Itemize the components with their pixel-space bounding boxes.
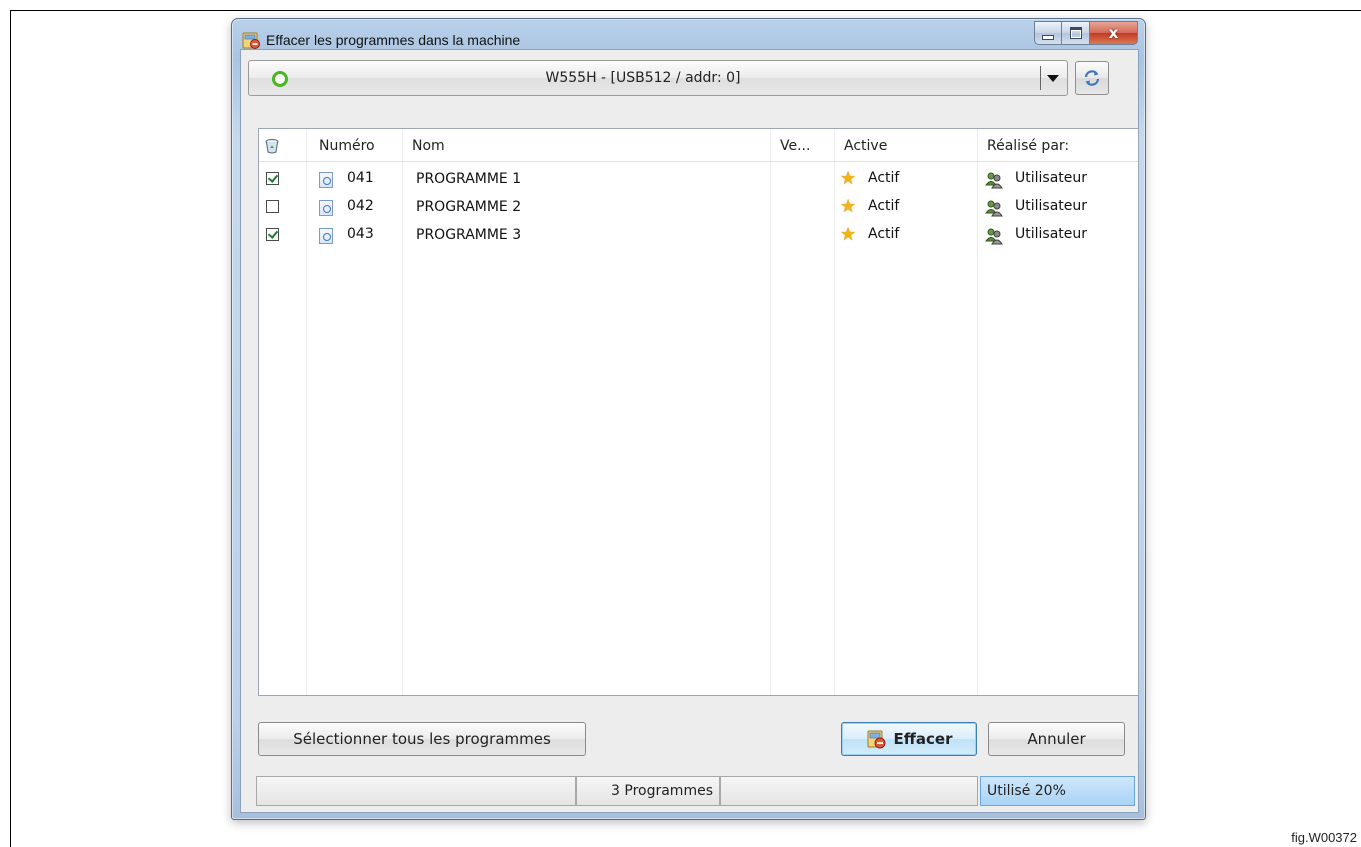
machine-selector-value: W555H - [USB512 / addr: 0] bbox=[545, 70, 741, 86]
cancel-button[interactable]: Annuler bbox=[988, 722, 1125, 756]
programs-table: Numéro Nom Ve... Active Réalisé par: 041… bbox=[258, 128, 1139, 696]
dropdown-separator bbox=[1040, 66, 1041, 90]
erase-programs-icon bbox=[242, 32, 260, 49]
close-button[interactable]: x bbox=[1090, 21, 1138, 45]
trash-icon[interactable] bbox=[264, 138, 280, 154]
program-name: PROGRAMME 1 bbox=[416, 171, 522, 187]
program-made-by: Utilisateur bbox=[1015, 226, 1088, 242]
table-row[interactable]: 041 PROGRAMME 1 ★ Actif Utilisateur bbox=[259, 167, 1138, 195]
row-checkbox[interactable] bbox=[266, 228, 279, 241]
erase-programs-icon bbox=[867, 730, 885, 749]
maximize-icon bbox=[1069, 27, 1082, 39]
erase-button-label: Effacer bbox=[893, 730, 953, 748]
memory-usage-text: Utilisé 20% bbox=[987, 783, 1066, 799]
select-all-programs-label: Sélectionner tous les programmes bbox=[293, 730, 551, 748]
column-header-made-by[interactable]: Réalisé par: bbox=[987, 138, 1069, 154]
column-header-name[interactable]: Nom bbox=[412, 138, 445, 154]
table-row[interactable]: 043 PROGRAMME 3 ★ Actif Utilisateur bbox=[259, 223, 1138, 251]
figure-label: fig.W00372 bbox=[1291, 830, 1357, 845]
program-icon bbox=[319, 172, 333, 188]
dialog-window: Effacer les programmes dans la machine x… bbox=[231, 18, 1146, 820]
status-cell-empty bbox=[720, 776, 978, 806]
refresh-button[interactable] bbox=[1075, 61, 1109, 95]
row-checkbox[interactable] bbox=[266, 200, 279, 213]
select-all-programs-button[interactable]: Sélectionner tous les programmes bbox=[258, 722, 586, 756]
cancel-button-label: Annuler bbox=[1027, 730, 1086, 748]
column-header-active[interactable]: Active bbox=[844, 138, 887, 154]
maximize-button[interactable] bbox=[1062, 21, 1090, 45]
program-active-status: Actif bbox=[868, 170, 900, 186]
minimize-button[interactable] bbox=[1034, 21, 1062, 45]
status-cell-empty bbox=[256, 776, 576, 806]
table-row[interactable]: 042 PROGRAMME 2 ★ Actif Utilisateur bbox=[259, 195, 1138, 223]
program-name: PROGRAMME 3 bbox=[416, 227, 522, 243]
program-count-text: 3 Programmes bbox=[611, 783, 713, 799]
star-icon: ★ bbox=[840, 196, 857, 217]
users-icon bbox=[985, 172, 1003, 189]
window-title: Effacer les programmes dans la machine bbox=[266, 32, 521, 48]
minimize-icon bbox=[1042, 34, 1054, 40]
table-header-row: Numéro Nom Ve... Active Réalisé par: bbox=[259, 129, 1138, 162]
program-made-by: Utilisateur bbox=[1015, 198, 1088, 214]
column-header-version[interactable]: Ve... bbox=[780, 138, 810, 154]
star-icon: ★ bbox=[840, 168, 857, 189]
program-made-by: Utilisateur bbox=[1015, 170, 1088, 186]
figure-frame-top bbox=[10, 10, 1361, 11]
figure-frame-left bbox=[10, 10, 11, 847]
refresh-icon bbox=[1084, 70, 1100, 86]
column-header-number[interactable]: Numéro bbox=[319, 138, 375, 154]
star-icon: ★ bbox=[840, 224, 857, 245]
chevron-down-icon[interactable] bbox=[1047, 75, 1059, 82]
program-name: PROGRAMME 2 bbox=[416, 199, 522, 215]
status-bar: 3 Programmes Utilisé 20% bbox=[256, 776, 1140, 808]
users-icon bbox=[985, 200, 1003, 217]
users-icon bbox=[985, 228, 1003, 245]
program-icon bbox=[319, 228, 333, 244]
program-active-status: Actif bbox=[868, 198, 900, 214]
row-checkbox[interactable] bbox=[266, 172, 279, 185]
erase-button[interactable]: Effacer bbox=[841, 722, 977, 756]
status-program-count: 3 Programmes bbox=[576, 776, 720, 806]
machine-selector-dropdown[interactable]: W555H - [USB512 / addr: 0] bbox=[248, 60, 1068, 96]
caption-buttons: x bbox=[1034, 21, 1138, 45]
close-icon: x bbox=[1108, 24, 1119, 42]
program-number: 043 bbox=[347, 226, 374, 242]
status-memory-usage: Utilisé 20% bbox=[980, 776, 1135, 806]
program-active-status: Actif bbox=[868, 226, 900, 242]
program-icon bbox=[319, 200, 333, 216]
program-number: 042 bbox=[347, 198, 374, 214]
program-number: 041 bbox=[347, 170, 374, 186]
